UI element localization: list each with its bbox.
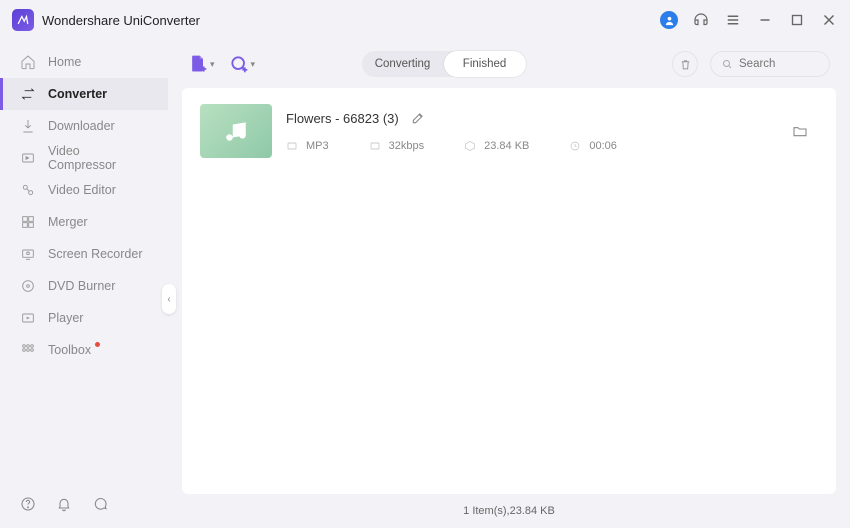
file-duration: 00:06 (569, 140, 617, 152)
sidebar-item-label: Toolbox (48, 343, 91, 357)
sidebar-item-label: Converter (48, 87, 107, 101)
add-url-icon (229, 53, 249, 75)
stat-value: 23.84 KB (484, 140, 529, 152)
merger-icon (20, 214, 36, 230)
file-thumbnail (200, 104, 272, 158)
sidebar-item-label: Home (48, 55, 81, 69)
close-button[interactable] (820, 11, 838, 29)
notifications-icon[interactable] (56, 496, 72, 512)
sidebar-item-recorder[interactable]: Screen Recorder (0, 238, 168, 270)
feedback-icon[interactable] (92, 496, 108, 512)
add-file-button[interactable]: ▾ (188, 53, 215, 75)
add-file-icon (188, 53, 208, 75)
minimize-button[interactable] (756, 11, 774, 29)
file-format: MP3 (286, 140, 329, 152)
tab-label: Finished (463, 58, 506, 70)
menu-icon[interactable] (724, 11, 742, 29)
tab-finished[interactable]: Finished (444, 51, 526, 77)
help-icon[interactable] (20, 496, 36, 512)
compressor-icon (20, 150, 36, 166)
sidebar-item-compressor[interactable]: Video Compressor (0, 142, 168, 174)
delete-button[interactable] (672, 51, 698, 77)
file-name: Flowers - 66823 (3) (286, 111, 399, 126)
sidebar-item-editor[interactable]: Video Editor (0, 174, 168, 206)
sidebar-item-label: Downloader (48, 119, 115, 133)
sidebar-item-downloader[interactable]: Downloader (0, 110, 168, 142)
file-bitrate: 32kbps (369, 140, 424, 152)
tab-converting[interactable]: Converting (362, 51, 444, 77)
editor-icon (20, 182, 36, 198)
clock-icon (569, 140, 581, 152)
support-icon[interactable] (692, 11, 710, 29)
content-area: ▾ ▾ Converting Finished (168, 40, 850, 528)
app-title: Wondershare UniConverter (42, 13, 200, 28)
task-tabs: Converting Finished (362, 51, 526, 77)
search-input[interactable] (739, 58, 819, 70)
account-avatar[interactable] (660, 11, 678, 29)
open-folder-button[interactable] (792, 123, 808, 139)
search-box[interactable] (710, 51, 830, 77)
toolbox-icon (20, 342, 36, 358)
sidebar-item-player[interactable]: Player (0, 302, 168, 334)
file-size: 23.84 KB (464, 140, 529, 152)
stat-value: MP3 (306, 140, 329, 152)
chevron-down-icon: ▾ (251, 59, 256, 70)
title-bar: Wondershare UniConverter (0, 0, 850, 40)
file-row[interactable]: Flowers - 66823 (3) MP3 32kbps (182, 96, 836, 166)
status-text: 1 Item(s),23.84 KB (463, 505, 555, 517)
downloader-icon (20, 118, 36, 134)
file-list: Flowers - 66823 (3) MP3 32kbps (182, 88, 836, 494)
app-logo (12, 9, 34, 31)
sidebar-item-merger[interactable]: Merger (0, 206, 168, 238)
sidebar-collapse-handle[interactable]: ‹ (162, 284, 176, 314)
home-icon (20, 54, 36, 70)
sidebar-item-label: DVD Burner (48, 279, 115, 293)
sidebar-item-converter[interactable]: Converter (0, 78, 168, 110)
stat-value: 00:06 (589, 140, 617, 152)
sidebar-item-label: Player (48, 311, 83, 325)
sidebar-item-label: Video Compressor (48, 144, 148, 172)
rename-button[interactable] (411, 111, 425, 125)
toolbar: ▾ ▾ Converting Finished (182, 40, 836, 88)
player-icon (20, 310, 36, 326)
sidebar-item-label: Screen Recorder (48, 247, 143, 261)
music-icon (223, 118, 249, 144)
add-url-button[interactable]: ▾ (229, 53, 256, 75)
sidebar-item-toolbox[interactable]: Toolbox (0, 334, 168, 366)
tab-label: Converting (375, 58, 431, 70)
sidebar-item-burner[interactable]: DVD Burner (0, 270, 168, 302)
stat-value: 32kbps (389, 140, 424, 152)
bitrate-icon (369, 140, 381, 152)
sidebar-item-home[interactable]: Home (0, 46, 168, 78)
sidebar-item-label: Video Editor (48, 183, 116, 197)
file-meta: Flowers - 66823 (3) MP3 32kbps (286, 111, 778, 152)
converter-icon (20, 86, 36, 102)
status-bar: 1 Item(s),23.84 KB (182, 494, 836, 528)
format-icon (286, 140, 298, 152)
notification-dot (95, 342, 100, 347)
burner-icon (20, 278, 36, 294)
chevron-down-icon: ▾ (210, 59, 215, 70)
search-icon (721, 58, 733, 70)
recorder-icon (20, 246, 36, 262)
maximize-button[interactable] (788, 11, 806, 29)
size-icon (464, 140, 476, 152)
sidebar: Home Converter Downloader Video Compress… (0, 40, 168, 528)
sidebar-item-label: Merger (48, 215, 88, 229)
